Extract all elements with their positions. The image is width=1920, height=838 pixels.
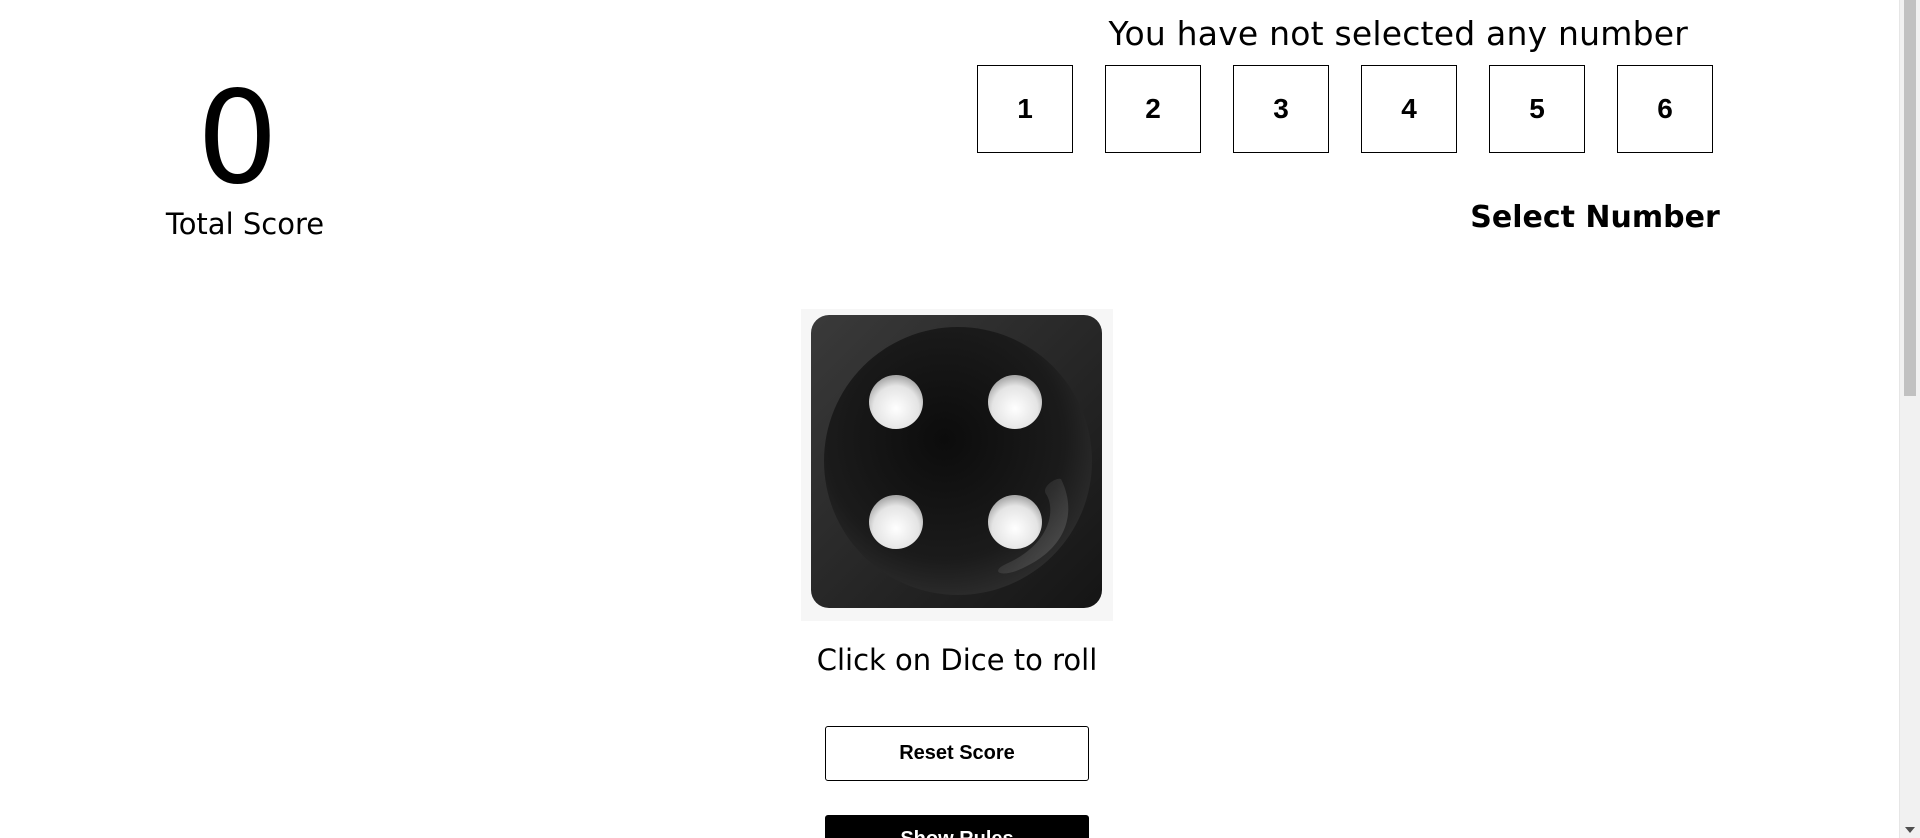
show-rules-button[interactable]: Show Rules [825,815,1089,838]
number-box-5[interactable]: 5 [1489,65,1585,153]
number-box-4[interactable]: 4 [1361,65,1457,153]
scroll-down-arrow-icon[interactable] [1905,827,1915,833]
selection-status-message: You have not selected any number [1108,14,1688,53]
scrollbar-thumb[interactable] [1904,0,1916,396]
total-score-panel: 0 Total Score [140,75,350,242]
total-score-value: 0 [196,64,279,213]
number-box-row: 1 2 3 4 5 6 [977,65,1722,153]
number-box-3[interactable]: 3 [1233,65,1329,153]
number-selector: You have not selected any number 1 2 3 4… [977,10,1722,153]
dice-game-page: 0 Total Score You have not selected any … [0,0,1920,838]
reset-score-button[interactable]: Reset Score [825,726,1089,781]
dice-button[interactable] [801,309,1113,621]
roll-instruction: Click on Dice to roll [816,643,1098,677]
number-box-1[interactable]: 1 [977,65,1073,153]
number-box-6[interactable]: 6 [1617,65,1713,153]
total-score-label: Total Score [165,207,325,241]
select-number-heading: Select Number [1470,200,1720,235]
vertical-scrollbar[interactable] [1899,0,1920,838]
dice-four-icon [811,315,1102,608]
number-box-2[interactable]: 2 [1105,65,1201,153]
